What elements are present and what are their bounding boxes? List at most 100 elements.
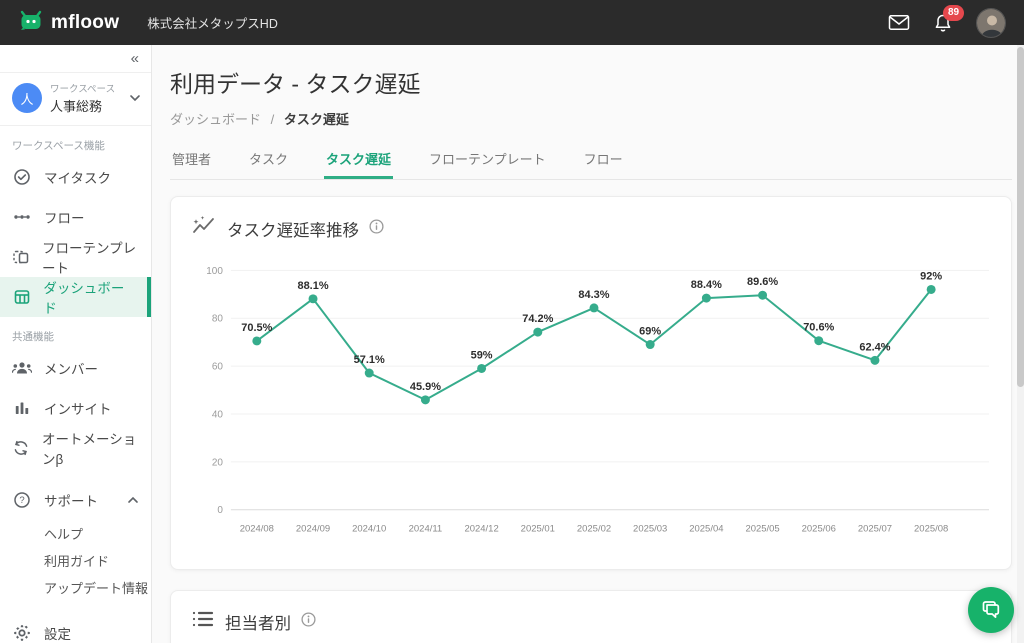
sidebar-item-dashboard[interactable]: ダッシュボード	[0, 277, 151, 317]
sidebar-collapse-button[interactable]: «	[131, 50, 139, 68]
sidebar-item-label: メンバー	[44, 358, 98, 378]
info-icon[interactable]	[369, 219, 384, 239]
sidebar-item-label: サポート	[44, 490, 98, 510]
svg-text:2024/12: 2024/12	[464, 524, 498, 535]
svg-text:89.6%: 89.6%	[747, 276, 778, 288]
delay-rate-chart: 0204060801002024/082024/092024/102024/11…	[191, 256, 991, 544]
svg-text:69%: 69%	[639, 326, 661, 338]
tab-flows[interactable]: フロー	[582, 143, 625, 179]
workspace-name: 人事総務	[50, 96, 129, 115]
info-icon[interactable]	[301, 612, 316, 632]
breadcrumb-current: タスク遅延	[284, 112, 349, 127]
svg-text:2025/05: 2025/05	[745, 524, 779, 535]
gear-icon	[12, 624, 32, 642]
svg-text:2025/04: 2025/04	[689, 524, 723, 535]
svg-text:92%: 92%	[920, 271, 942, 283]
sidebar-item-flows[interactable]: フロー	[0, 197, 151, 237]
flow-nodes-icon	[12, 208, 32, 226]
workspace-selector[interactable]: 人 ワークスペース 人事総務	[0, 73, 151, 126]
scrollbar-track	[1017, 45, 1024, 643]
breadcrumb-separator: /	[271, 112, 275, 127]
chevron-up-icon	[127, 496, 139, 504]
svg-text:2025/07: 2025/07	[858, 524, 892, 535]
scrollbar-thumb[interactable]	[1017, 47, 1024, 387]
svg-text:2024/10: 2024/10	[352, 524, 386, 535]
avatar-photo	[977, 9, 1006, 38]
svg-text:40: 40	[212, 409, 224, 420]
sidebar-item-settings[interactable]: 設定	[0, 613, 151, 643]
sidebar-item-label: インサイト	[44, 398, 112, 418]
chat-support-button[interactable]	[968, 587, 1014, 633]
breadcrumb: ダッシュボード / タスク遅延	[170, 109, 1012, 128]
chat-bubbles-icon	[979, 598, 1003, 622]
svg-text:84.3%: 84.3%	[578, 289, 609, 301]
section-workspace-functions: ワークスペース機能	[0, 126, 151, 157]
task-delay-rate-card: タスク遅延率推移 0204060801002024/082024/092024/…	[170, 196, 1012, 570]
chart-card-title: タスク遅延率推移	[227, 217, 359, 241]
question-circle-icon: ?	[12, 491, 32, 509]
svg-text:59%: 59%	[471, 350, 493, 362]
notification-badge: 89	[943, 5, 964, 21]
logo-text: mfloow	[51, 12, 119, 34]
company-name: 株式会社メタップスHD	[147, 13, 278, 32]
sidebar-subitem-update-info[interactable]: アップデート情報	[0, 574, 151, 601]
svg-text:80: 80	[212, 314, 224, 325]
notifications-button[interactable]: 89	[934, 13, 952, 33]
svg-text:?: ?	[19, 495, 24, 506]
sidebar-item-flow-templates[interactable]: フローテンプレート	[0, 237, 151, 277]
breadcrumb-dashboard[interactable]: ダッシュボード	[170, 112, 261, 127]
svg-text:20: 20	[212, 457, 224, 468]
cycle-refresh-icon	[12, 439, 30, 457]
tab-admin[interactable]: 管理者	[170, 143, 213, 179]
svg-text:2025/02: 2025/02	[577, 524, 611, 535]
check-circle-icon	[12, 168, 32, 186]
svg-text:2025/08: 2025/08	[914, 524, 948, 535]
sidebar-subitem-user-guide[interactable]: 利用ガイド	[0, 547, 151, 574]
app-logo[interactable]: mfloow	[18, 8, 119, 37]
sidebar-item-label: 設定	[44, 623, 71, 643]
svg-text:0: 0	[217, 505, 223, 516]
list-icon	[191, 609, 215, 634]
sidebar-item-label: オートメーションβ	[42, 428, 139, 468]
dashboard-table-icon	[12, 288, 31, 306]
section-common-functions: 共通機能	[0, 317, 151, 348]
workspace-label: ワークスペース	[50, 81, 129, 95]
mail-icon	[888, 14, 910, 31]
svg-text:100: 100	[206, 266, 223, 277]
sidebar-item-insights[interactable]: インサイト	[0, 388, 151, 428]
sidebar-item-label: ダッシュボード	[43, 277, 135, 317]
workspace-avatar: 人	[12, 83, 42, 113]
sidebar-item-label: フローテンプレート	[42, 237, 139, 277]
sidebar-item-label: フロー	[44, 207, 85, 227]
svg-text:62.4%: 62.4%	[859, 341, 890, 353]
mfloow-logo-icon	[18, 8, 44, 37]
user-avatar[interactable]	[976, 8, 1006, 38]
topbar: mfloow 株式会社メタップスHD 89	[0, 0, 1024, 45]
chevron-down-icon	[129, 89, 141, 107]
sidebar-item-my-tasks[interactable]: マイタスク	[0, 157, 151, 197]
sidebar-subitem-help[interactable]: ヘルプ	[0, 520, 151, 547]
sidebar-item-support[interactable]: ? サポート	[0, 480, 151, 520]
svg-text:2025/03: 2025/03	[633, 524, 667, 535]
svg-text:2025/06: 2025/06	[802, 524, 836, 535]
svg-text:45.9%: 45.9%	[410, 381, 441, 393]
svg-text:2025/01: 2025/01	[521, 524, 555, 535]
sidebar: « 人 ワークスペース 人事総務 ワークスペース機能 マイタスク フロー	[0, 45, 152, 643]
svg-text:88.4%: 88.4%	[691, 279, 722, 291]
svg-text:57.1%: 57.1%	[354, 354, 385, 366]
trend-sparkle-icon	[191, 215, 217, 242]
svg-text:2024/09: 2024/09	[296, 524, 330, 535]
svg-text:88.1%: 88.1%	[297, 280, 328, 292]
mail-button[interactable]	[888, 14, 910, 31]
main-content: 利用データ - タスク遅延 ダッシュボード / タスク遅延 管理者 タスク タス…	[152, 45, 1024, 643]
svg-text:60: 60	[212, 362, 224, 373]
tab-flow-templates[interactable]: フローテンプレート	[427, 143, 548, 179]
svg-text:74.2%: 74.2%	[522, 313, 553, 325]
tab-tasks[interactable]: タスク	[247, 143, 290, 179]
sidebar-item-members[interactable]: メンバー	[0, 348, 151, 388]
sidebar-item-automation[interactable]: オートメーションβ	[0, 428, 151, 468]
page-title: 利用データ - タスク遅延	[170, 65, 1012, 99]
svg-text:2024/11: 2024/11	[409, 524, 443, 535]
template-icon	[12, 248, 30, 266]
tab-task-delay[interactable]: タスク遅延	[324, 143, 393, 179]
